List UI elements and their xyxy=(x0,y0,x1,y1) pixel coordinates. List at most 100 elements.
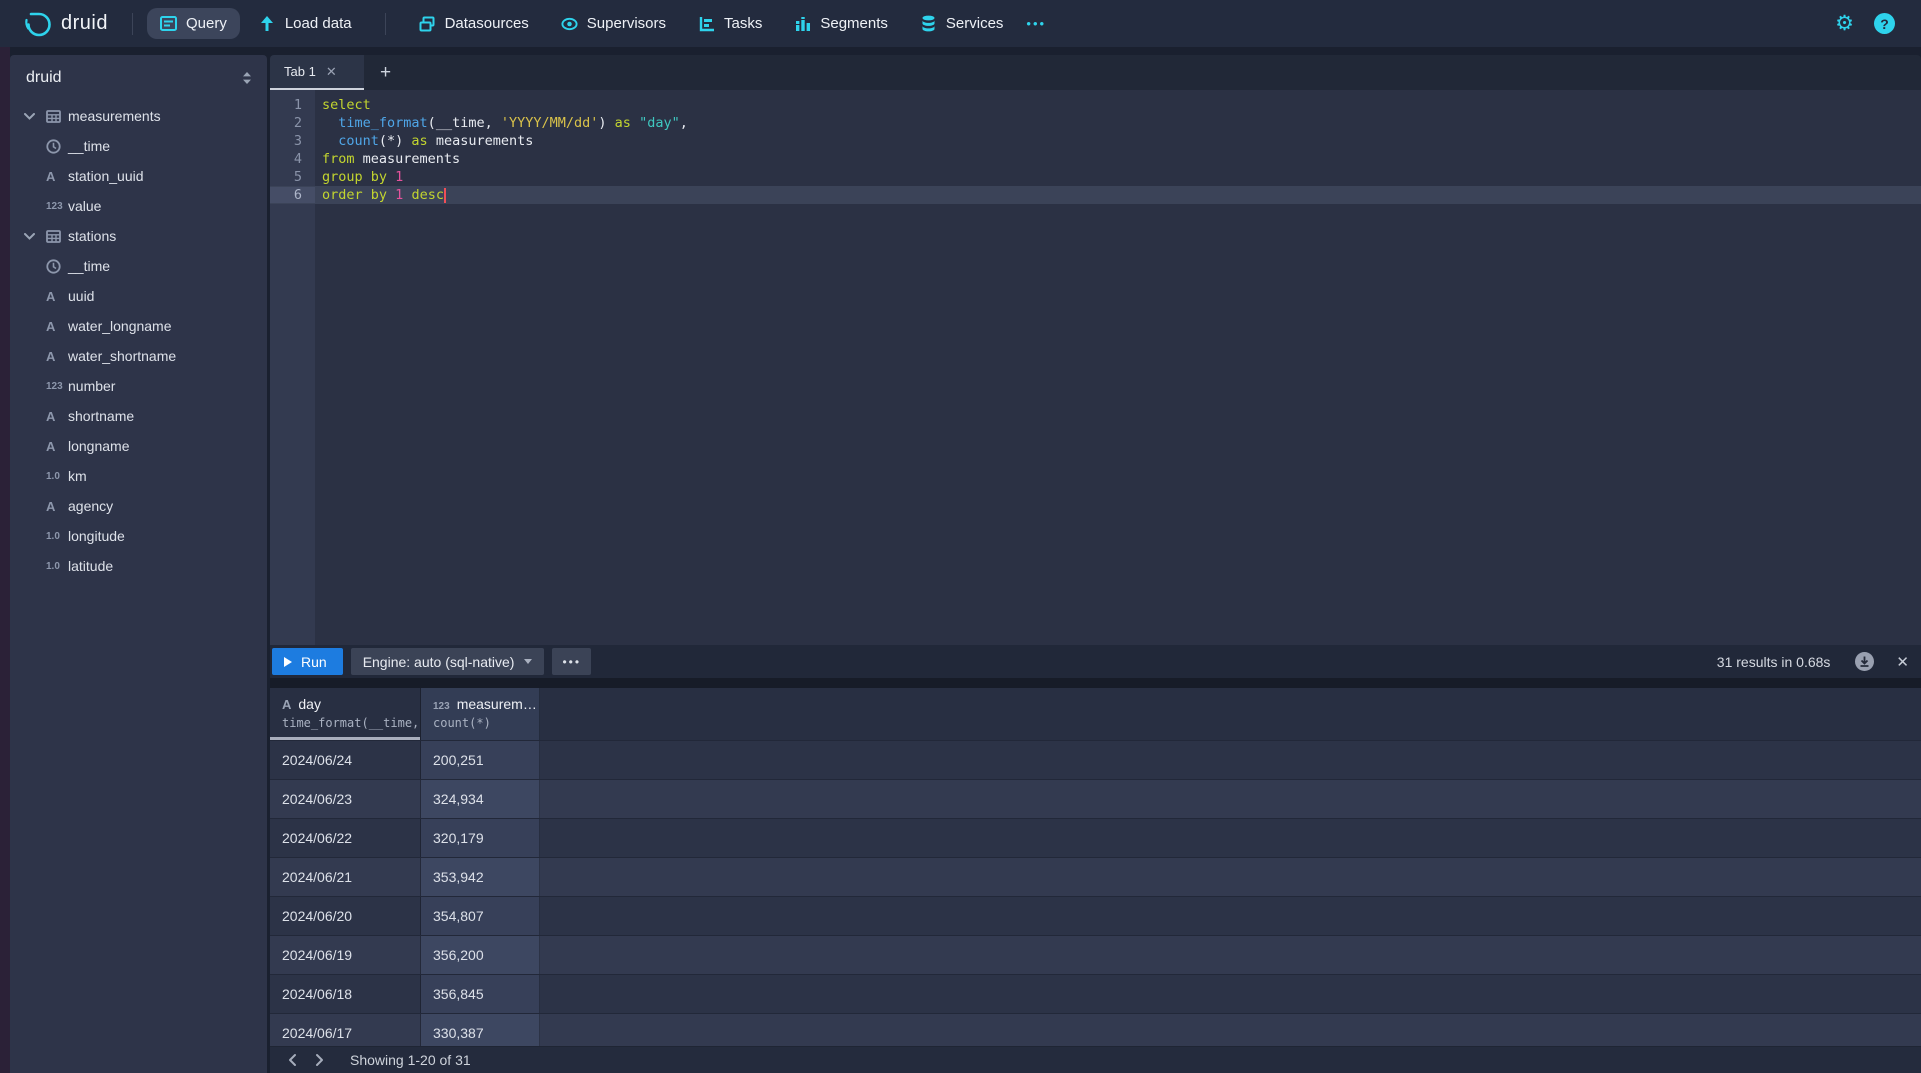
cell-day[interactable]: 2024/06/22 xyxy=(270,819,421,857)
cell-day[interactable]: 2024/06/17 xyxy=(270,1014,421,1046)
download-results-icon[interactable] xyxy=(1855,652,1874,671)
cell-measurements[interactable]: 356,845 xyxy=(421,975,540,1013)
new-tab-button[interactable]: + xyxy=(380,62,391,84)
run-button[interactable]: Run xyxy=(272,648,343,675)
nav-item-label: Services xyxy=(946,15,1004,32)
next-page-button[interactable] xyxy=(306,1048,332,1072)
table-item-stations[interactable]: stations xyxy=(10,221,267,251)
table-row[interactable]: 2024/06/23324,934 xyxy=(270,779,1921,818)
nav-item-label: Datasources xyxy=(445,15,529,32)
pane-splitter-handle[interactable] xyxy=(270,678,1921,688)
column-item-longname[interactable]: Alongname xyxy=(10,431,267,461)
code-line-4[interactable]: 4from measurements xyxy=(270,150,1921,168)
float-type-icon: 1.0 xyxy=(46,561,68,572)
column-header-day[interactable]: A day time_format(__time, … xyxy=(270,688,421,740)
nav-item-label: Segments xyxy=(820,15,888,32)
column-item-latitude[interactable]: 1.0latitude xyxy=(10,551,267,581)
column-item-number[interactable]: 123number xyxy=(10,371,267,401)
column-name: longitude xyxy=(68,528,125,544)
tab-tab1[interactable]: Tab 1 ✕ xyxy=(270,55,364,90)
number-type-icon: 123 xyxy=(433,701,450,712)
code-line-6[interactable]: 6order by 1 desc xyxy=(270,186,1921,204)
table-row[interactable]: 2024/06/24200,251 xyxy=(270,740,1921,779)
column-item-__time[interactable]: __time xyxy=(10,251,267,281)
cell-measurements[interactable]: 353,942 xyxy=(421,858,540,896)
close-results-icon[interactable]: ✕ xyxy=(1896,653,1909,671)
column-item-station_uuid[interactable]: Astation_uuid xyxy=(10,161,267,191)
cell-measurements[interactable]: 330,387 xyxy=(421,1014,540,1046)
table-row[interactable]: 2024/06/17330,387 xyxy=(270,1013,1921,1046)
line-number: 2 xyxy=(270,115,315,131)
table-row[interactable]: 2024/06/20354,807 xyxy=(270,896,1921,935)
column-item-value[interactable]: 123value xyxy=(10,191,267,221)
druid-logo[interactable]: druid xyxy=(22,9,108,39)
nav-item-query[interactable]: Query xyxy=(147,8,240,39)
nav-item-label: Load data xyxy=(285,15,352,32)
help-icon[interactable]: ? xyxy=(1874,13,1895,34)
code-line-3[interactable]: 3 count(*) as measurements xyxy=(270,132,1921,150)
cell-day[interactable]: 2024/06/18 xyxy=(270,975,421,1013)
code-line-5[interactable]: 5group by 1 xyxy=(270,168,1921,186)
column-formula: time_format(__time, … xyxy=(282,716,420,730)
cell-measurements[interactable]: 354,807 xyxy=(421,897,540,935)
table-name: stations xyxy=(68,228,116,244)
tab-close-icon[interactable]: ✕ xyxy=(326,64,337,80)
cell-day[interactable]: 2024/06/23 xyxy=(270,780,421,818)
code-token xyxy=(322,133,338,149)
results-panel: A day time_format(__time, … 123 measurem… xyxy=(270,688,1921,1046)
nav-item-datasources[interactable]: Datasources xyxy=(406,8,542,39)
nav-item-load-data[interactable]: Load data xyxy=(246,8,365,39)
string-type-icon: A xyxy=(46,169,68,184)
column-item-uuid[interactable]: Auuid xyxy=(10,281,267,311)
column-header-measurements[interactable]: 123 measurem… count(*) xyxy=(421,688,540,740)
nav-item-segments[interactable]: Segments xyxy=(781,8,901,39)
code-token: count xyxy=(338,133,379,149)
nav-item-supervisors[interactable]: Supervisors xyxy=(548,8,679,39)
cell-measurements[interactable]: 320,179 xyxy=(421,819,540,857)
play-icon xyxy=(284,657,292,667)
column-item-km[interactable]: 1.0km xyxy=(10,461,267,491)
table-row[interactable]: 2024/06/21353,942 xyxy=(270,857,1921,896)
column-item-shortname[interactable]: Ashortname xyxy=(10,401,267,431)
column-formula: count(*) xyxy=(433,716,539,730)
column-item-agency[interactable]: Aagency xyxy=(10,491,267,521)
column-item-water_longname[interactable]: Awater_longname xyxy=(10,311,267,341)
table-item-measurements[interactable]: measurements xyxy=(10,101,267,131)
results-header: A day time_format(__time, … 123 measurem… xyxy=(270,688,1921,740)
column-item-__time[interactable]: __time xyxy=(10,131,267,161)
table-row[interactable]: 2024/06/19356,200 xyxy=(270,935,1921,974)
table-row[interactable]: 2024/06/22320,179 xyxy=(270,818,1921,857)
run-bar: Run Engine: auto (sql-native) ••• 31 res… xyxy=(270,645,1921,678)
cell-measurements[interactable]: 324,934 xyxy=(421,780,540,818)
column-item-water_shortname[interactable]: Awater_shortname xyxy=(10,341,267,371)
engine-select-button[interactable]: Engine: auto (sql-native) xyxy=(351,648,545,675)
nav-item-services[interactable]: Services xyxy=(907,8,1017,39)
settings-gear-icon[interactable]: ⚙ xyxy=(1835,13,1854,34)
code-line-1[interactable]: 1select xyxy=(270,96,1921,114)
chevron-down-icon[interactable] xyxy=(24,113,38,120)
schema-name: druid xyxy=(26,69,62,87)
chevron-down-icon[interactable] xyxy=(24,233,38,240)
nav-item-tasks[interactable]: Tasks xyxy=(685,8,775,39)
code-token: (*) xyxy=(379,133,412,149)
query-more-button[interactable]: ••• xyxy=(552,648,591,675)
sql-editor[interactable]: 1select2 time_format(__time, 'YYYY/MM/dd… xyxy=(270,90,1921,645)
cell-day[interactable]: 2024/06/19 xyxy=(270,936,421,974)
column-name: __time xyxy=(68,258,110,274)
run-label: Run xyxy=(301,654,327,670)
code-line-2[interactable]: 2 time_format(__time, 'YYYY/MM/dd') as "… xyxy=(270,114,1921,132)
schema-selector[interactable]: druid xyxy=(10,55,267,93)
code-token: as xyxy=(615,115,631,131)
cell-measurements[interactable]: 200,251 xyxy=(421,741,540,779)
cell-day[interactable]: 2024/06/24 xyxy=(270,741,421,779)
code-token: "day" xyxy=(639,115,680,131)
cell-measurements[interactable]: 356,200 xyxy=(421,936,540,974)
double-caret-vertical-icon[interactable] xyxy=(241,71,253,85)
cell-day[interactable]: 2024/06/20 xyxy=(270,897,421,935)
cell-day[interactable]: 2024/06/21 xyxy=(270,858,421,896)
column-item-longitude[interactable]: 1.0longitude xyxy=(10,521,267,551)
nav-more-button[interactable]: ••• xyxy=(1016,9,1056,38)
druid-logo-icon xyxy=(22,9,52,39)
table-row[interactable]: 2024/06/18356,845 xyxy=(270,974,1921,1013)
prev-page-button[interactable] xyxy=(280,1048,306,1072)
